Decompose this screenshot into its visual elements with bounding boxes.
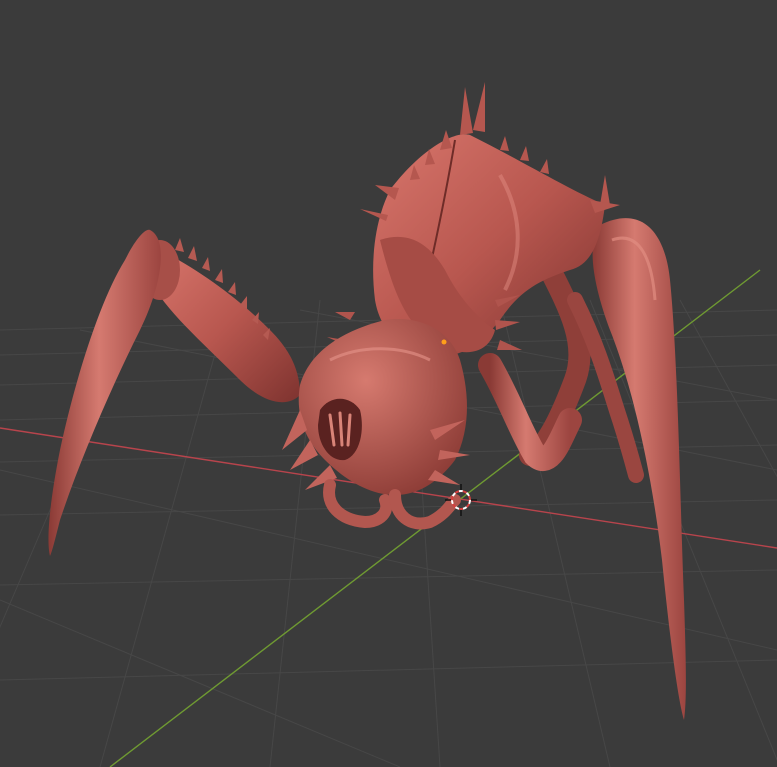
viewport-canvas[interactable] [0, 0, 777, 767]
creature-sculpt[interactable] [48, 82, 686, 721]
object-origin-dot-icon [441, 339, 447, 345]
3d-viewport[interactable] [0, 0, 777, 767]
